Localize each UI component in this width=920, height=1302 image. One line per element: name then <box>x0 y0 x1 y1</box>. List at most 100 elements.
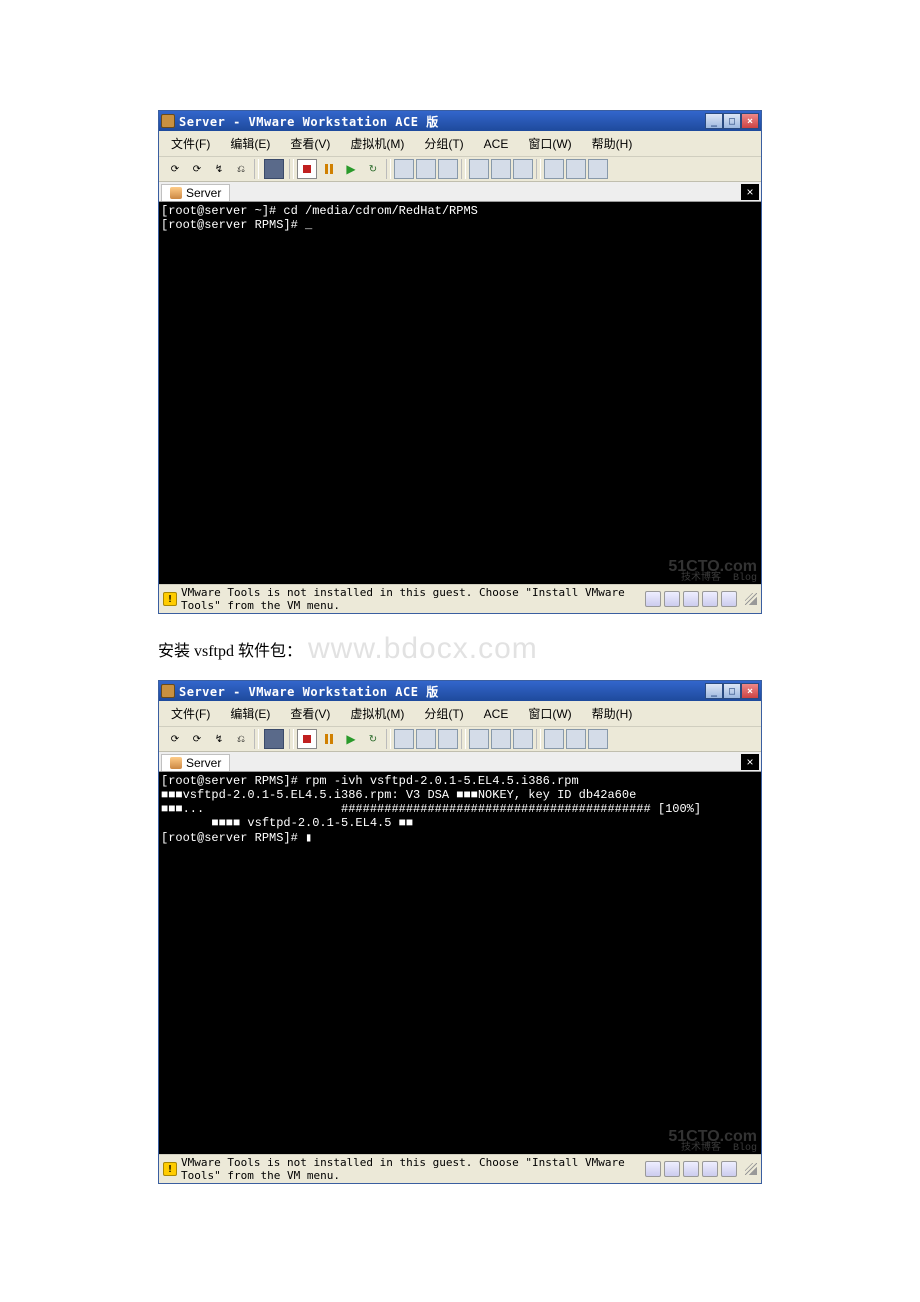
tool-pause-icon[interactable] <box>319 729 339 749</box>
tool-pause-icon[interactable] <box>319 159 339 179</box>
menu-edit[interactable]: 编辑(E) <box>226 703 274 724</box>
resize-grip[interactable] <box>745 593 757 605</box>
toolbar-separator <box>536 159 541 179</box>
tool-reset-icon[interactable]: ⎌ <box>231 729 251 749</box>
tool-play-icon[interactable]: ▶ <box>341 159 361 179</box>
tool-snap2-icon[interactable] <box>416 159 436 179</box>
tool-snap3-icon[interactable] <box>438 159 458 179</box>
tool-poweron-icon[interactable]: ⟳ <box>165 729 185 749</box>
menu-vm[interactable]: 虚拟机(M) <box>346 703 408 724</box>
tool-full-icon[interactable] <box>566 729 586 749</box>
tray-icon[interactable] <box>664 1161 680 1177</box>
tool-loop-icon[interactable]: ↻ <box>363 729 383 749</box>
tab-close-button[interactable]: × <box>741 754 759 770</box>
page-watermark: www.bdocx.com <box>308 632 538 666</box>
menu-ace[interactable]: ACE <box>480 705 513 723</box>
menu-window[interactable]: 窗口(W) <box>524 703 575 724</box>
tray-icon[interactable] <box>664 591 680 607</box>
tool-snap3-icon[interactable] <box>438 729 458 749</box>
minimize-button[interactable]: _ <box>705 113 723 129</box>
titlebar[interactable]: Server - VMware Workstation ACE 版 _ □ × <box>159 111 761 131</box>
tray-icon[interactable] <box>702 1161 718 1177</box>
app-title: Server - VMware Workstation ACE 版 <box>179 113 701 130</box>
tray-icon[interactable] <box>683 1161 699 1177</box>
menu-window[interactable]: 窗口(W) <box>524 133 575 154</box>
menu-help[interactable]: 帮助(H) <box>588 133 637 154</box>
close-button[interactable]: × <box>741 113 759 129</box>
titlebar[interactable]: Server - VMware Workstation ACE 版 _ □ × <box>159 681 761 701</box>
app-icon <box>161 684 175 698</box>
menu-view[interactable]: 查看(V) <box>286 133 334 154</box>
toolbar-separator <box>254 159 259 179</box>
close-button[interactable]: × <box>741 683 759 699</box>
tool-full-icon[interactable] <box>566 159 586 179</box>
menu-team[interactable]: 分组(T) <box>420 703 467 724</box>
toolbar-separator <box>289 159 294 179</box>
tool-stop-icon[interactable] <box>297 729 317 749</box>
resize-grip[interactable] <box>745 1163 757 1175</box>
maximize-button[interactable]: □ <box>723 683 741 699</box>
tab-label: Server <box>186 186 221 200</box>
caption-text: 安装 vsftpd 软件包： <box>158 637 302 661</box>
window-controls: _ □ × <box>705 113 759 129</box>
menu-vm[interactable]: 虚拟机(M) <box>346 133 408 154</box>
tool-poweron-icon[interactable]: ⟳ <box>165 159 185 179</box>
tool-poweroff-icon[interactable]: ⟳ <box>187 159 207 179</box>
tool-view3-icon[interactable] <box>513 159 533 179</box>
tool-multi-icon[interactable] <box>588 159 608 179</box>
tool-snap2-icon[interactable] <box>416 729 436 749</box>
minimize-button[interactable]: _ <box>705 683 723 699</box>
toolbar-separator <box>461 729 466 749</box>
tool-suspend-icon[interactable]: ↯ <box>209 159 229 179</box>
tool-snap1-icon[interactable] <box>394 729 414 749</box>
tool-view1-icon[interactable] <box>469 159 489 179</box>
tool-stop-icon[interactable] <box>297 159 317 179</box>
tool-view2-icon[interactable] <box>491 729 511 749</box>
tray-icon[interactable] <box>702 591 718 607</box>
menubar: 文件(F) 编辑(E) 查看(V) 虚拟机(M) 分组(T) ACE 窗口(W)… <box>159 131 761 157</box>
menu-team[interactable]: 分组(T) <box>420 133 467 154</box>
tool-suspend-icon[interactable]: ↯ <box>209 729 229 749</box>
terminal-console[interactable]: [root@server ~]# cd /media/cdrom/RedHat/… <box>159 202 761 584</box>
tool-unity-icon[interactable] <box>544 729 564 749</box>
tool-view3-icon[interactable] <box>513 729 533 749</box>
tab-server[interactable]: Server <box>161 184 230 201</box>
tool-view2-icon[interactable] <box>491 159 511 179</box>
tab-close-button[interactable]: × <box>741 184 759 200</box>
tool-reset-icon[interactable]: ⎌ <box>231 159 251 179</box>
tool-play-icon[interactable]: ▶ <box>341 729 361 749</box>
toolbar-separator <box>536 729 541 749</box>
menu-help[interactable]: 帮助(H) <box>588 703 637 724</box>
tray-icon[interactable] <box>645 1161 661 1177</box>
tray-icons <box>645 1161 737 1177</box>
menu-file[interactable]: 文件(F) <box>167 703 214 724</box>
tray-icon[interactable] <box>683 591 699 607</box>
tool-multi-icon[interactable] <box>588 729 608 749</box>
toolbar-separator <box>386 159 391 179</box>
status-text: VMware Tools is not installed in this gu… <box>181 586 637 612</box>
maximize-button[interactable]: □ <box>723 113 741 129</box>
warning-icon: ! <box>163 1162 177 1176</box>
tool-snapshot-icon[interactable] <box>264 159 284 179</box>
tab-server[interactable]: Server <box>161 754 230 771</box>
menu-ace[interactable]: ACE <box>480 135 513 153</box>
tool-poweroff-icon[interactable]: ⟳ <box>187 729 207 749</box>
tray-icon[interactable] <box>721 591 737 607</box>
vmware-window-1: Server - VMware Workstation ACE 版 _ □ × … <box>158 110 762 614</box>
vmware-window-2: Server - VMware Workstation ACE 版 _ □ × … <box>158 680 762 1184</box>
tray-icon[interactable] <box>645 591 661 607</box>
tool-view1-icon[interactable] <box>469 729 489 749</box>
tab-label: Server <box>186 756 221 770</box>
statusbar: ! VMware Tools is not installed in this … <box>159 584 761 613</box>
menu-view[interactable]: 查看(V) <box>286 703 334 724</box>
tool-loop-icon[interactable]: ↻ <box>363 159 383 179</box>
menu-file[interactable]: 文件(F) <box>167 133 214 154</box>
toolbar-separator <box>461 159 466 179</box>
menu-edit[interactable]: 编辑(E) <box>226 133 274 154</box>
tray-icon[interactable] <box>721 1161 737 1177</box>
tray-icons <box>645 591 737 607</box>
terminal-console[interactable]: [root@server RPMS]# rpm -ivh vsftpd-2.0.… <box>159 772 761 1154</box>
tool-snap1-icon[interactable] <box>394 159 414 179</box>
tool-snapshot-icon[interactable] <box>264 729 284 749</box>
tool-unity-icon[interactable] <box>544 159 564 179</box>
